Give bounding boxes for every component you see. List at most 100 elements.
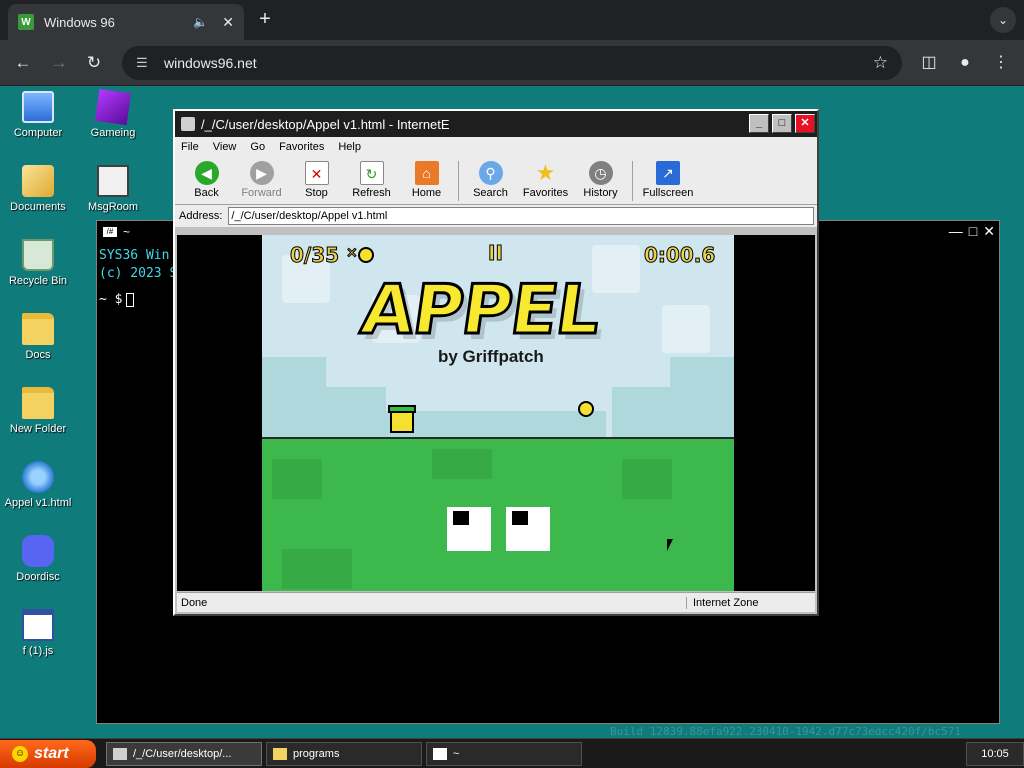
new-tab-button[interactable]: + [254, 8, 276, 30]
minimize-button[interactable]: _ [749, 114, 769, 133]
apple-icon [358, 247, 374, 263]
mouse-pointer-icon [667, 539, 673, 551]
stop-icon: ✕ [304, 161, 329, 185]
game-timer: 0:00.6 [643, 243, 716, 268]
cube-icon [94, 88, 132, 126]
address-label: Address: [179, 210, 223, 222]
desktop-icon-recycle-bin[interactable]: Recycle Bin [0, 239, 76, 287]
folder-icon [22, 313, 54, 345]
home-button[interactable]: ⌂ Home [399, 159, 454, 199]
internet-explorer-window[interactable]: /_/C/user/desktop/Appel v1.html - Intern… [173, 109, 819, 616]
taskbar-item-ie[interactable]: /_/C/user/desktop/... [106, 742, 262, 766]
ground-block [272, 459, 322, 499]
reload-icon[interactable]: ↻ [83, 52, 105, 74]
appel-game-canvas[interactable]: 0/35 × II 0:00.6 APPEL by Griffpatch [262, 235, 734, 591]
ie-titlebar[interactable]: /_/C/user/desktop/Appel v1.html - Intern… [175, 111, 817, 137]
ground-block [432, 449, 492, 479]
page-content[interactable]: 0/35 × II 0:00.6 APPEL by Griffpatch [177, 235, 815, 591]
favorites-button[interactable]: ★ Favorites [518, 159, 573, 200]
ie-window-icon [113, 748, 127, 760]
byline: by Griffpatch [438, 347, 544, 366]
sky-tile [662, 305, 710, 353]
ground-block [622, 459, 672, 499]
maximize-button[interactable]: □ [772, 114, 792, 133]
forward-arrow-icon[interactable]: → [48, 52, 70, 74]
pause-button[interactable]: II [488, 241, 504, 266]
back-button[interactable]: ◀ Back [179, 159, 234, 199]
start-button[interactable]: ☺ start [0, 740, 96, 768]
tab-title: Windows 96 [44, 14, 115, 30]
hill [262, 357, 326, 437]
internet-explorer-icon [22, 461, 54, 493]
fullscreen-button[interactable]: ↗ Fullscreen [637, 159, 699, 199]
ie-title-text: /_/C/user/desktop/Appel v1.html - Intern… [201, 116, 450, 132]
url-text: windows96.net [164, 55, 257, 71]
forward-button[interactable]: ▶ Forward [234, 159, 289, 199]
terminal-icon [433, 748, 447, 760]
desktop-icon-doordisc[interactable]: Doordisc [0, 535, 76, 583]
profile-icon[interactable]: ● [954, 52, 976, 74]
hill [670, 357, 734, 437]
close-tab-icon[interactable]: ✕ [222, 14, 234, 31]
ground-block [282, 549, 352, 589]
taskbar-item-programs[interactable]: programs [266, 742, 422, 766]
tab-search-button[interactable]: ⌄ [990, 7, 1016, 33]
msgroom-icon [97, 165, 129, 197]
speaker-icon[interactable]: 🔈 [193, 15, 208, 29]
desktop-icon-appel-html[interactable]: Appel v1.html [0, 461, 76, 509]
desktop-icon-computer[interactable]: Computer [0, 91, 76, 139]
desktop-icon-msgroom[interactable]: MsgRoom [75, 165, 151, 213]
terminal-icon: /# [103, 227, 117, 237]
menu-help[interactable]: Help [338, 141, 361, 153]
ie-toolbar: ◀ Back ▶ Forward ✕ Stop ↻ Refresh ⌂ Home… [175, 157, 817, 205]
forward-arrow-icon: ▶ [249, 161, 274, 185]
menu-favorites[interactable]: Favorites [279, 141, 324, 153]
multiplier-sign: × [346, 245, 359, 262]
ie-window-icon [181, 117, 195, 131]
back-arrow-icon[interactable]: ← [12, 52, 34, 74]
site-info-icon[interactable]: ☰ [136, 55, 152, 71]
documents-icon [22, 165, 54, 197]
bookmark-star-icon[interactable]: ☆ [873, 53, 888, 73]
search-icon: ⚲ [478, 161, 503, 185]
pupil [512, 511, 528, 525]
build-string: Build 12839.88efa922.230410-1942.d77c73e… [610, 725, 961, 738]
address-input[interactable]: /_/C/user/desktop/Appel v1.html [228, 207, 815, 225]
ie-menubar: File View Go Favorites Help [175, 137, 817, 157]
desktop-icon-gameing[interactable]: Gameing [75, 88, 151, 139]
close-button[interactable]: ✕ [795, 114, 815, 133]
menu-file[interactable]: File [181, 141, 199, 153]
minimize-icon[interactable]: — [949, 223, 963, 240]
close-icon[interactable]: ✕ [983, 223, 995, 240]
apple-counter: 0/35 [289, 243, 340, 268]
search-button[interactable]: ⚲ Search [463, 159, 518, 199]
status-text: Done [177, 596, 687, 609]
desktop-icon-new-folder[interactable]: New Folder [0, 387, 76, 435]
history-button[interactable]: ◷ History [573, 159, 628, 199]
taskbar-item-terminal[interactable]: ~ [426, 742, 582, 766]
terminal-prompt: ~ $ [99, 292, 123, 307]
desktop-icon-f1-js[interactable]: f (1).js [0, 609, 76, 657]
toolbar-separator [458, 161, 459, 201]
ground-eye-left [447, 507, 491, 551]
home-icon: ⌂ [414, 161, 439, 185]
menu-view[interactable]: View [213, 141, 237, 153]
side-panel-icon[interactable]: ◫ [918, 52, 940, 74]
script-file-icon [22, 609, 54, 641]
menu-go[interactable]: Go [250, 141, 265, 153]
more-menu-icon[interactable]: ⋮ [990, 52, 1012, 74]
stop-button[interactable]: ✕ Stop [289, 159, 344, 199]
desktop-icon-documents[interactable]: Documents [0, 165, 76, 213]
address-row: Address: /_/C/user/desktop/Appel v1.html [175, 205, 817, 227]
taskbar-clock[interactable]: 10:05 [966, 742, 1024, 766]
grass-ground [262, 437, 734, 591]
ie-statusbar: Done Internet Zone [177, 592, 815, 612]
discord-icon [22, 535, 54, 567]
address-bar[interactable]: ☰ windows96.net ☆ [122, 46, 902, 80]
hill [326, 387, 386, 437]
maximize-icon[interactable]: □ [969, 223, 977, 240]
desktop-icon-docs[interactable]: Docs [0, 313, 76, 361]
browser-tab[interactable]: W Windows 96 🔈 ✕ [8, 4, 244, 40]
refresh-button[interactable]: ↻ Refresh [344, 159, 399, 199]
player-hat [388, 405, 416, 413]
